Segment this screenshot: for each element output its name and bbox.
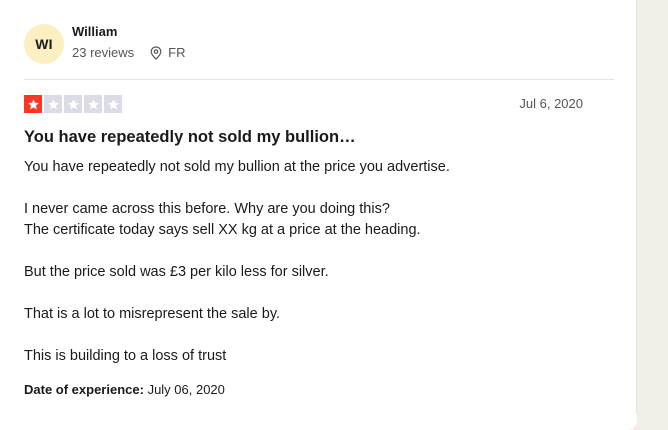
review-body: You have repeatedly not sold my bullion …	[24, 157, 614, 367]
review-paragraph: This is building to a loss of trust	[24, 348, 227, 364]
star-rating	[24, 95, 122, 113]
star-icon	[84, 95, 102, 113]
review-paragraph: You have repeatedly not sold my bullion …	[24, 159, 450, 175]
location-pin-icon	[150, 45, 162, 60]
divider	[24, 79, 614, 80]
review-line: I never came across this before. Why are…	[24, 201, 390, 217]
date-of-experience: Date of experience: July 06, 2020	[24, 382, 225, 397]
card-border	[636, 0, 637, 414]
review-paragraph: But the price sold was £3 per kilo less …	[24, 264, 329, 280]
review-title[interactable]: You have repeatedly not sold my bullion…	[24, 128, 356, 147]
avatar-initials: WI	[35, 36, 53, 52]
star-icon	[64, 95, 82, 113]
review-paragraph: That is a lot to misrepresent the sale b…	[24, 306, 281, 322]
experience-label: Date of experience:	[24, 382, 144, 397]
experience-date: July 06, 2020	[147, 382, 225, 397]
star-icon	[44, 95, 62, 113]
star-icon	[24, 95, 42, 113]
reviewer-location: FR	[168, 45, 186, 60]
review-card: WI William 23 reviews FR Jul 6, 2020 You…	[0, 0, 637, 430]
review-line: The certificate today says sell XX kg at…	[24, 222, 421, 238]
star-icon	[104, 95, 122, 113]
review-date: Jul 6, 2020	[519, 96, 583, 111]
reviewer-meta: 23 reviews FR	[72, 45, 185, 60]
reviewer-name[interactable]: William	[72, 24, 117, 39]
review-count: 23 reviews	[72, 45, 135, 60]
avatar[interactable]: WI	[24, 24, 64, 64]
